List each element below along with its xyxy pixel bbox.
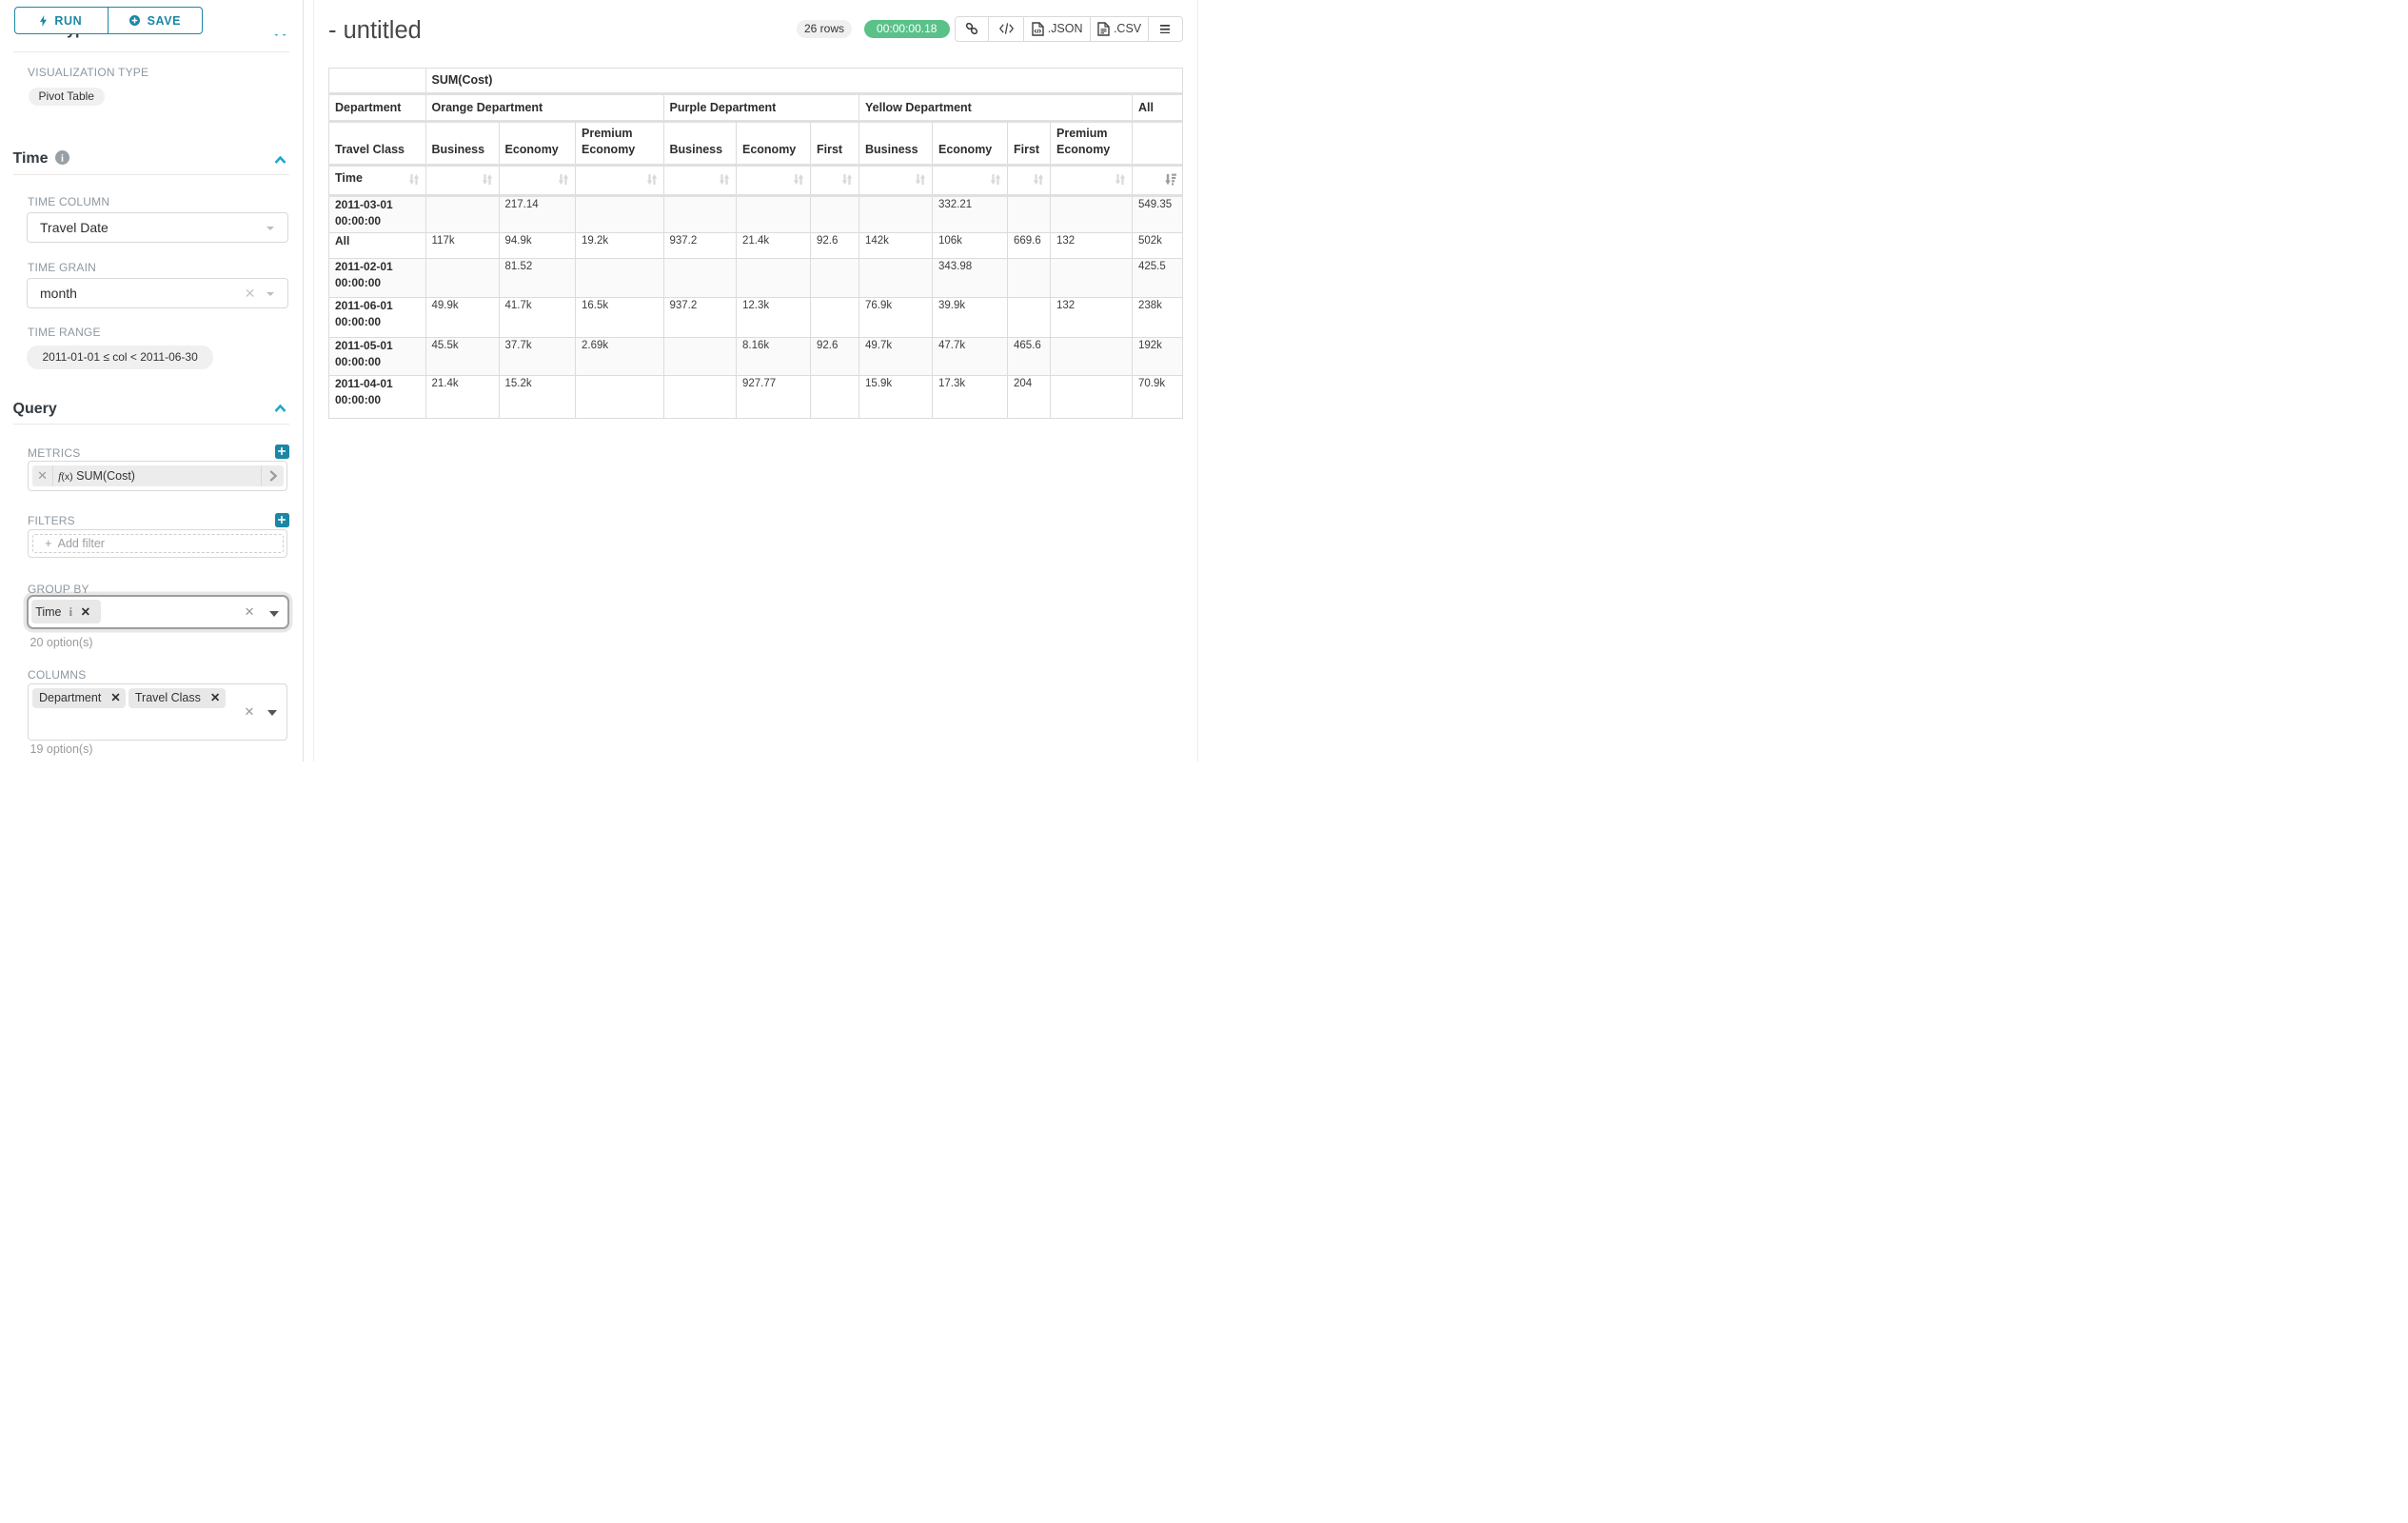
svg-text:i: i [61,153,64,164]
